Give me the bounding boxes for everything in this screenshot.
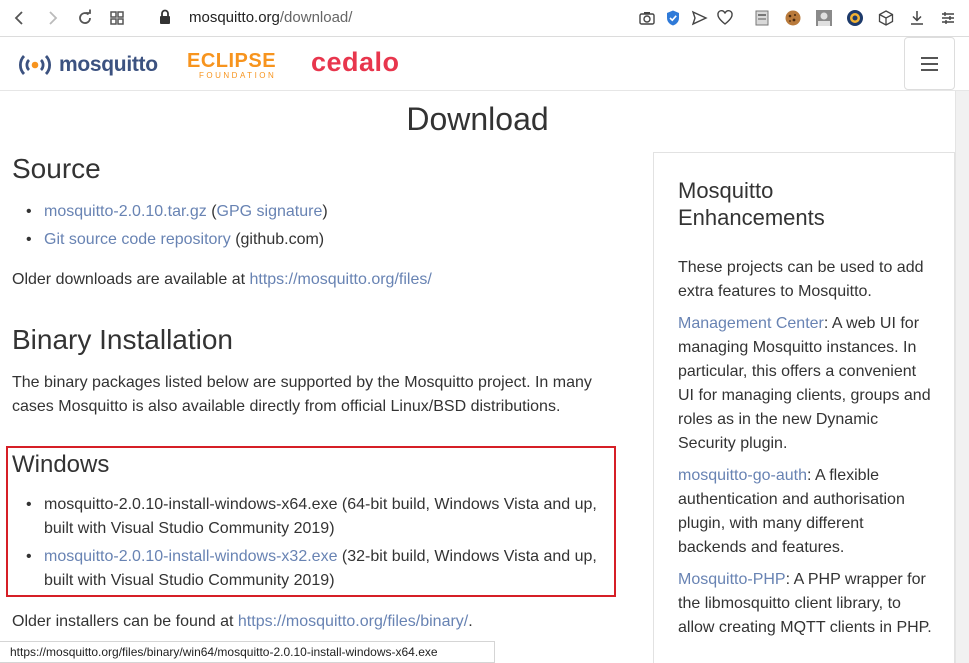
management-center-link[interactable]: Management Center (678, 315, 824, 332)
eclipse-logo[interactable]: ECLIPSE FOUNDATION (187, 51, 277, 81)
gpg-signature-link[interactable]: GPG signature (217, 203, 323, 220)
card-intro: These projects can be used to add extra … (678, 256, 943, 304)
card-title-line: Mosquitto (678, 178, 774, 203)
go-auth-desc: : A flexible (806, 467, 880, 484)
windows-heading: Windows (12, 451, 110, 478)
hamburger-icon (921, 56, 938, 59)
list-item: mosquitto-2.0.10-install-windows-x64.exe… (26, 493, 614, 541)
mosquitto-php-desc-line: allow creating MQTT clients in PHP. (678, 619, 932, 636)
eclipse-logo-text: ECLIPSE (187, 50, 277, 72)
card-intro-line: extra features to Mosquitto. (678, 283, 872, 300)
card-title: Mosquitto Enhancements (678, 177, 898, 231)
download-icon[interactable] (908, 9, 926, 27)
menu-icon[interactable] (939, 9, 957, 27)
send-icon[interactable] (690, 9, 708, 27)
git-repo-link[interactable]: Git source code repository (44, 231, 231, 248)
management-center-desc-line: Security plugin. (678, 435, 788, 452)
management-center-desc-line: UI for managing clients, groups and (678, 387, 931, 404)
reload-icon[interactable] (75, 8, 95, 28)
windows-x32-desc-line2: built with Visual Studio Community 2019) (44, 572, 335, 589)
windows-x32-desc: (32-bit build, Windows Vista and up, (337, 548, 597, 565)
windows-x32-link[interactable]: mosquitto-2.0.10-install-windows-x32.exe (44, 548, 337, 565)
list-item: Git source code repository (github.com) (26, 228, 328, 252)
binary-description-line: The binary packages listed below are sup… (12, 374, 592, 391)
paren-close: ) (322, 203, 328, 220)
card-title-line: Enhancements (678, 205, 825, 230)
management-center-entry: Management Center: A web UI for managing… (678, 312, 943, 456)
source-tarball-link[interactable]: mosquitto-2.0.10.tar.gz (44, 203, 207, 220)
link-status-bar: https://mosquitto.org/files/binary/win64… (0, 641, 495, 663)
lock-icon[interactable] (158, 9, 172, 25)
camera-icon[interactable] (638, 9, 656, 27)
heart-icon[interactable] (716, 9, 734, 27)
nav-toggle-button[interactable] (904, 37, 955, 90)
enhancements-card: Mosquitto Enhancements These projects ca… (653, 152, 955, 663)
git-repo-host: (github.com) (230, 231, 325, 248)
source-list: mosquitto-2.0.10.tar.gz (GPG signature) … (26, 200, 328, 252)
mosquitto-logo[interactable]: mosquitto (17, 52, 158, 78)
binary-description-line: cases Mosquitto is also available direct… (12, 398, 561, 415)
windows-x64-filename[interactable]: mosquitto-2.0.10-install-windows-x64.exe (44, 496, 337, 513)
source-heading: Source (12, 153, 101, 184)
older-installers-label: Older installers can be found at (12, 613, 238, 630)
url-host: mosquitto.org (189, 9, 280, 26)
shield-icon[interactable] (664, 9, 682, 27)
list-item: mosquitto-2.0.10.tar.gz (GPG signature) (26, 200, 328, 224)
php-entry: Mosquitto-PHP: A PHP wrapper for the lib… (678, 568, 943, 640)
go-auth-link[interactable]: mosquitto-go-auth (678, 467, 807, 484)
site-header: mosquitto ECLIPSE FOUNDATION cedalo (0, 37, 969, 91)
cube-icon[interactable] (877, 9, 895, 27)
mosquitto-logo-icon (19, 55, 51, 75)
address-bar[interactable]: mosquitto.org/download/ (189, 9, 352, 26)
mosquitto-php-link[interactable]: Mosquitto-PHP (678, 571, 786, 588)
url-path: /download/ (279, 9, 353, 26)
older-downloads-text: Older downloads are available at https:/… (12, 268, 432, 292)
browser-toolbar: mosquitto.org/download/ (0, 0, 969, 37)
management-center-desc-line: particular, this offers a convenient (678, 363, 917, 380)
binary-description: The binary packages listed below are sup… (12, 371, 612, 419)
page-scrollbar[interactable] (955, 91, 969, 663)
page-title: Download (406, 101, 549, 137)
mosquitto-logo-text: mosquitto (59, 53, 158, 76)
management-center-desc: : A web UI for (823, 315, 920, 332)
hamburger-icon (921, 68, 938, 71)
management-center-desc-line: managing Mosquitto instances. In (678, 339, 917, 356)
older-installers-end: . (468, 613, 473, 630)
eclipse-logo-subtext: FOUNDATION (199, 71, 277, 80)
extension-icon[interactable] (846, 9, 864, 27)
older-installers-text: Older installers can be found at https:/… (12, 610, 473, 634)
apps-icon[interactable] (107, 8, 127, 28)
binary-heading: Binary Installation (12, 324, 234, 355)
windows-list: mosquitto-2.0.10-install-windows-x64.exe… (26, 493, 614, 593)
hamburger-icon (921, 62, 938, 65)
windows-x64-desc: (64-bit build, Windows Vista and up, (337, 496, 597, 513)
list-item: mosquitto-2.0.10-install-windows-x32.exe… (26, 545, 614, 593)
cedalo-logo[interactable]: cedalo (311, 47, 400, 78)
go-auth-desc-line: authentication and authorisation (678, 491, 905, 508)
cookie-icon[interactable] (784, 9, 802, 27)
mosquitto-php-desc: : A PHP wrapper for (785, 571, 926, 588)
forward-icon[interactable] (42, 8, 62, 28)
extension-icon[interactable] (753, 9, 771, 27)
older-downloads-link[interactable]: https://mosquitto.org/files/ (249, 271, 431, 288)
windows-x64-desc-line2: built with Visual Studio Community 2019) (44, 520, 335, 537)
go-auth-desc-line: backends and features. (678, 539, 845, 556)
older-downloads-label: Older downloads are available at (12, 271, 250, 288)
mosquitto-php-desc-line: the libmosquitto client library, to (678, 595, 901, 612)
management-center-desc-line: roles as in the new Dynamic (678, 411, 879, 428)
go-auth-entry: mosquitto-go-auth: A flexible authentica… (678, 464, 943, 560)
card-intro-line: These projects can be used to add (678, 259, 924, 276)
older-installers-link[interactable]: https://mosquitto.org/files/binary/ (238, 613, 468, 630)
go-auth-desc-line: plugin, with many different (678, 515, 864, 532)
avatar-icon[interactable] (815, 9, 833, 27)
back-icon[interactable] (10, 8, 30, 28)
paren-open: ( (206, 203, 217, 220)
